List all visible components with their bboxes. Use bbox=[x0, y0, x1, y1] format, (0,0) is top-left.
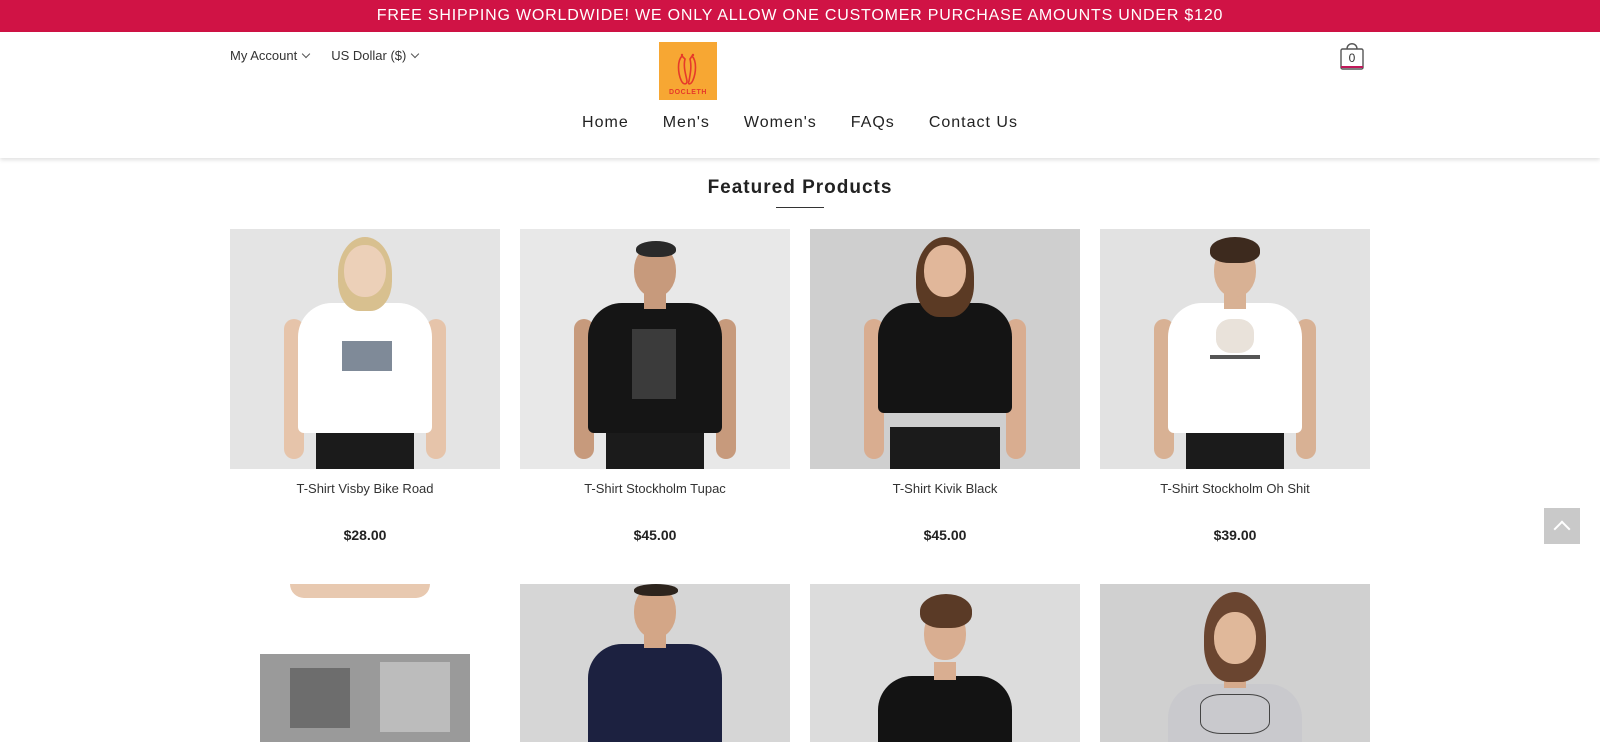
chevron-up-icon bbox=[1553, 520, 1571, 538]
product-card[interactable] bbox=[810, 584, 1080, 742]
product-image[interactable] bbox=[810, 584, 1080, 742]
main-navigation: Home Men's Women's FAQs Contact Us bbox=[0, 114, 1600, 132]
product-image[interactable] bbox=[230, 584, 500, 742]
nav-mens[interactable]: Men's bbox=[663, 114, 710, 132]
product-price: $45.00 bbox=[633, 527, 677, 543]
currency-label: US Dollar ($) bbox=[331, 48, 407, 63]
logo-text: DOCLETH bbox=[668, 89, 708, 96]
currency-dropdown[interactable]: US Dollar ($) bbox=[331, 48, 420, 63]
cart-count: 0 bbox=[1348, 51, 1356, 65]
nav-faqs[interactable]: FAQs bbox=[851, 114, 895, 132]
section-title: Featured Products bbox=[707, 177, 893, 198]
nav-home[interactable]: Home bbox=[582, 114, 629, 132]
product-image[interactable] bbox=[520, 584, 790, 742]
my-account-dropdown[interactable]: My Account bbox=[230, 48, 311, 63]
product-name[interactable]: T-Shirt Kivik Black bbox=[810, 481, 1080, 501]
product-price: $39.00 bbox=[1213, 527, 1257, 543]
product-price: $45.00 bbox=[923, 527, 967, 543]
product-name[interactable]: T-Shirt Stockholm Oh Shit bbox=[1100, 481, 1370, 501]
site-logo[interactable]: DOCLETH bbox=[659, 42, 717, 100]
product-image[interactable] bbox=[810, 229, 1080, 469]
site-header: My Account US Dollar ($) DOCLETH 0 Home … bbox=[0, 32, 1600, 158]
product-card[interactable] bbox=[230, 584, 500, 742]
product-image[interactable] bbox=[520, 229, 790, 469]
product-card[interactable]: T-Shirt Kivik Black $45.00 bbox=[810, 229, 1080, 543]
product-card[interactable]: T-Shirt Stockholm Tupac $45.00 bbox=[520, 229, 790, 543]
announcement-bar: FREE SHIPPING WORLDWIDE! WE ONLY ALLOW O… bbox=[0, 0, 1600, 32]
product-image[interactable] bbox=[1100, 584, 1370, 742]
product-image[interactable] bbox=[1100, 229, 1370, 469]
product-name[interactable]: T-Shirt Stockholm Tupac bbox=[520, 481, 790, 501]
nav-womens[interactable]: Women's bbox=[744, 114, 817, 132]
product-price: $28.00 bbox=[343, 527, 387, 543]
logo-feet-icon bbox=[677, 53, 697, 85]
my-account-label: My Account bbox=[230, 48, 298, 63]
product-card[interactable] bbox=[520, 584, 790, 742]
product-image[interactable] bbox=[230, 229, 500, 469]
cart-button[interactable]: 0 bbox=[1339, 40, 1365, 72]
product-card[interactable]: T-Shirt Stockholm Oh Shit $39.00 bbox=[1100, 229, 1370, 543]
title-underline bbox=[776, 207, 824, 208]
nav-contact-us[interactable]: Contact Us bbox=[929, 114, 1018, 132]
product-card[interactable]: T-Shirt Visby Bike Road $28.00 bbox=[230, 229, 500, 543]
product-name[interactable]: T-Shirt Visby Bike Road bbox=[230, 481, 500, 501]
product-card[interactable] bbox=[1100, 584, 1370, 742]
chevron-down-icon bbox=[411, 49, 420, 58]
chevron-down-icon bbox=[301, 49, 311, 58]
back-to-top-button[interactable] bbox=[1544, 508, 1580, 544]
header-utility-menu: My Account US Dollar ($) bbox=[230, 48, 420, 63]
